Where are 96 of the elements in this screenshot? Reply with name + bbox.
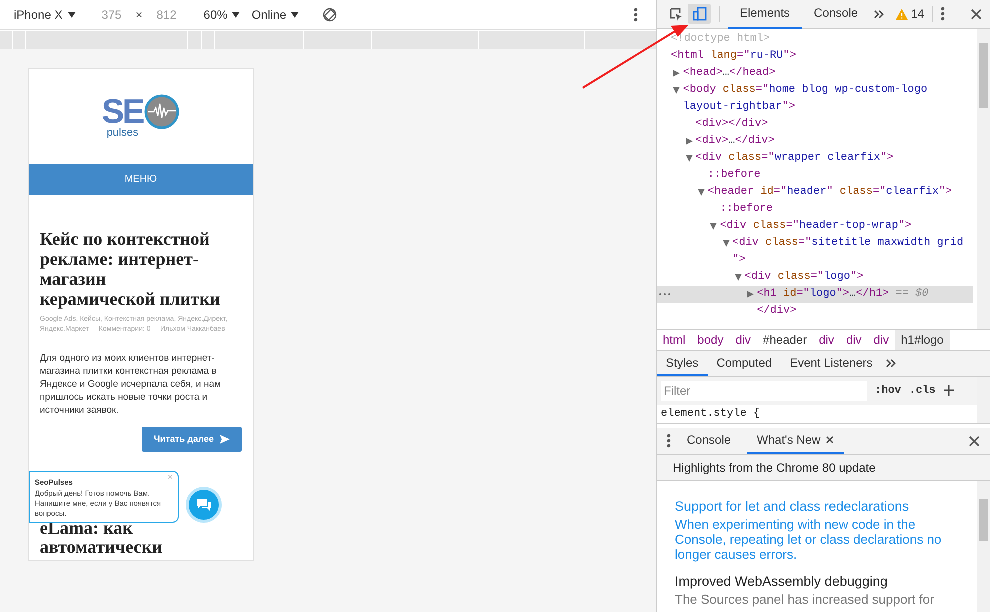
collapsed-triangle-icon[interactable] xyxy=(747,291,754,298)
more-tabs-icon[interactable] xyxy=(886,359,896,368)
close-icon[interactable] xyxy=(971,8,982,20)
site-logo[interactable]: SE pulses xyxy=(102,94,180,139)
caret-icon xyxy=(232,12,240,18)
dom-node-text: </div> xyxy=(757,304,797,319)
dom-node-row[interactable]: ::before xyxy=(657,167,973,184)
collapsed-triangle-icon[interactable] xyxy=(686,138,693,145)
dom-node-row[interactable]: <html lang="ru-RU"> xyxy=(657,48,973,65)
dom-node-row[interactable]: <h1 id="logo">…</h1> == $0 xyxy=(657,286,973,303)
more-dots-icon xyxy=(659,293,671,296)
panel-tab[interactable]: Elements xyxy=(728,0,802,28)
dom-node-text: ::before xyxy=(708,168,761,183)
panel-tab[interactable]: Console xyxy=(802,0,870,28)
caret-icon xyxy=(68,12,76,18)
dom-node-row[interactable]: <body class="home blog wp-custom-logo layout-rightbar"> xyxy=(657,82,973,116)
post-title[interactable]: eLama: как автоматически xyxy=(40,519,190,557)
times-sign: × xyxy=(136,6,143,24)
expanded-triangle-icon[interactable] xyxy=(710,223,718,230)
breadcrumb-item[interactable]: div xyxy=(730,330,758,350)
phone-tablet-icon xyxy=(692,7,706,21)
more-options-icon[interactable] xyxy=(634,8,638,22)
add-rule-icon[interactable] xyxy=(944,385,956,397)
collapsed-triangle-icon[interactable] xyxy=(673,70,680,77)
scrollbar[interactable] xyxy=(977,29,990,329)
element-style-rule: element.style { xyxy=(660,407,762,422)
expanded-triangle-icon[interactable] xyxy=(686,155,693,162)
feature-link[interactable]: Support for let and class redeclarations xyxy=(675,499,969,514)
post-title[interactable]: Кейс по контекстной рекламе: интернет-магазин керамической плитки xyxy=(40,229,222,309)
drawer-tab[interactable]: Console xyxy=(677,428,742,454)
styles-tab[interactable]: Computed xyxy=(708,351,782,376)
expanded-triangle-icon[interactable] xyxy=(673,87,680,94)
dom-node-text: <html lang="ru-RU"> xyxy=(671,49,796,64)
dom-node-text: <div class="logo"> xyxy=(744,270,864,285)
breadcrumb-item[interactable]: div xyxy=(868,330,896,350)
dom-node-text: <div class="sitetitle maxwidth grid "> xyxy=(732,236,965,268)
zoom-select[interactable]: 60% xyxy=(204,6,240,24)
chat-button[interactable] xyxy=(186,487,222,523)
dom-node-text: <div></div> xyxy=(696,117,768,132)
whats-new-header: Highlights from the Chrome 80 update xyxy=(657,455,990,481)
dom-node-row[interactable]: <div class="logo"> xyxy=(657,269,973,286)
send-icon xyxy=(220,435,230,444)
read-more-button[interactable]: Читать далее xyxy=(142,427,242,452)
dom-node-text: <div class="wrapper clearfix"> xyxy=(696,151,894,166)
scrollbar[interactable] xyxy=(977,481,990,612)
feature-description: The Sources panel has increased support for xyxy=(675,592,936,607)
dom-node-text: <!doctype html> xyxy=(671,32,770,47)
dom-node-text: <body class="home blog wp-custom-logo layout-rightbar"> xyxy=(683,83,929,115)
dom-node-row[interactable]: <div></div> xyxy=(657,116,973,133)
close-tab-icon[interactable] xyxy=(826,436,834,444)
feature-description: When experimenting with new code in the Console, repeating let or class declarations no longer causes errors. xyxy=(675,517,943,562)
drawer-menu-icon[interactable] xyxy=(667,434,671,448)
dom-node-text: ::before xyxy=(720,202,773,217)
dom-node-text: <h1 id="logo">…</h1> == $0 xyxy=(757,287,929,302)
feature-title: Improved WebAssembly debugging xyxy=(675,574,889,589)
breadcrumb-item[interactable]: h1#logo xyxy=(895,330,950,350)
dom-node-row[interactable]: <div class="wrapper clearfix"> xyxy=(657,150,973,167)
dom-node-row[interactable]: <head>…</head> xyxy=(657,65,973,82)
styles-tab[interactable]: Event Listeners xyxy=(781,351,882,376)
scrollbar[interactable] xyxy=(977,377,990,423)
breadcrumb-item[interactable]: div xyxy=(840,330,868,350)
more-tabs-icon[interactable] xyxy=(874,10,884,18)
caret-icon xyxy=(290,12,298,18)
cursor-in-box-icon xyxy=(670,8,683,20)
hover-state-button[interactable]: :hov xyxy=(875,382,902,400)
dom-node-row[interactable]: <div>…</div> xyxy=(657,133,973,150)
device-select[interactable]: iPhone X xyxy=(14,6,76,24)
dom-node-text: <header id="header" class="clearfix"> xyxy=(708,185,952,200)
device-toolbar-button[interactable] xyxy=(688,4,711,24)
dom-node-row[interactable]: ::before xyxy=(657,201,973,218)
breadcrumb-item[interactable]: div xyxy=(813,330,840,350)
dom-node-text: <head>…</head> xyxy=(683,66,776,81)
breadcrumb-item[interactable]: #header xyxy=(757,330,814,350)
network-select[interactable]: Online xyxy=(252,6,298,24)
warning-icon xyxy=(896,8,908,20)
dom-node-row[interactable]: <div class="header-top-wrap"> xyxy=(657,218,973,235)
menu-bar[interactable]: МЕНЮ xyxy=(29,164,253,195)
post-excerpt: Для одного из моих клиентов интернет-магазина плитки контекстная реклама в Яндексе и Google исчерпала себя, и нам пришлось искать новые точки роста и источники заявок. xyxy=(40,352,222,417)
chat-bubbles-icon xyxy=(196,498,212,512)
filter-field[interactable]: Filter xyxy=(661,381,867,401)
dom-node-text: <div class="header-top-wrap"> xyxy=(720,219,912,234)
dom-node-text: <div>…</div> xyxy=(696,134,775,149)
dom-node-row[interactable]: <div class="sitetitle maxwidth grid "> xyxy=(657,235,973,269)
customize-menu-icon[interactable] xyxy=(941,7,946,21)
breadcrumb-item[interactable]: body xyxy=(692,330,730,350)
expanded-triangle-icon[interactable] xyxy=(722,240,730,247)
close-drawer-icon[interactable] xyxy=(969,436,980,446)
rotate-icon[interactable] xyxy=(322,8,336,22)
dom-node-row[interactable]: </div> xyxy=(657,303,973,320)
breadcrumb-item[interactable]: html xyxy=(657,330,692,350)
expanded-triangle-icon[interactable] xyxy=(734,274,742,281)
pulse-circle-icon xyxy=(144,94,180,130)
expanded-triangle-icon[interactable] xyxy=(698,189,705,196)
dom-node-row[interactable]: <header id="header" class="clearfix"> xyxy=(657,184,973,201)
warnings-count[interactable]: 14 xyxy=(911,5,924,23)
class-toggle-button[interactable]: .cls xyxy=(909,382,936,400)
